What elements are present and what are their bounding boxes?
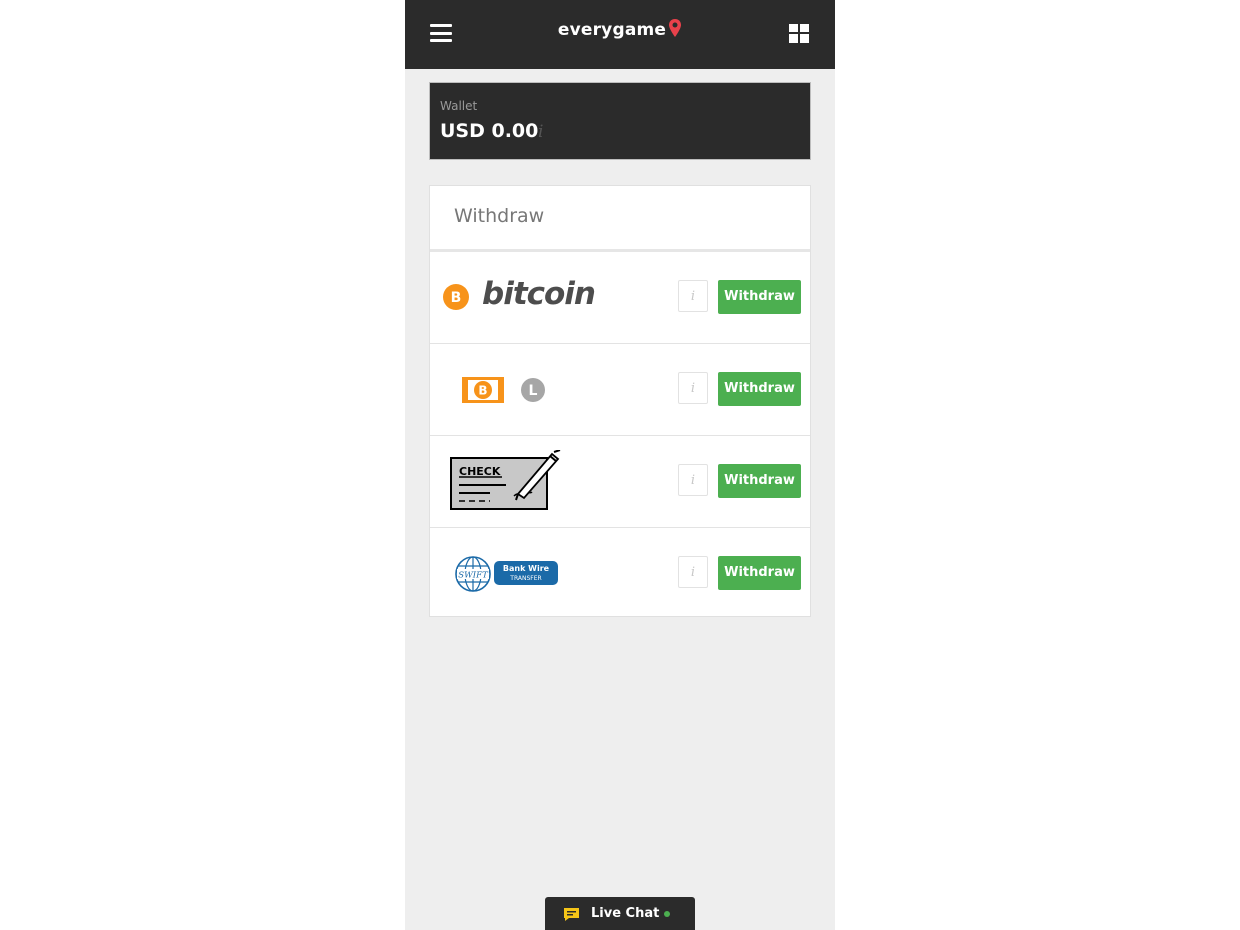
- info-icon[interactable]: i: [538, 122, 543, 142]
- withdraw-button-bank-wire[interactable]: Withdraw: [718, 556, 801, 590]
- bitcoin-logo: B bitcoin: [440, 252, 640, 343]
- withdraw-card: Withdraw B bitcoin i Withdraw B L i With…: [429, 185, 811, 617]
- withdraw-title: Withdraw: [430, 186, 810, 252]
- online-status-dot: [664, 911, 670, 917]
- svg-text:B: B: [478, 384, 487, 398]
- live-chat-button[interactable]: Live Chat: [545, 897, 695, 930]
- everygame-logo[interactable]: everygame: [405, 18, 835, 40]
- live-chat-label: Live Chat: [591, 906, 660, 921]
- bank-wire-badge: Bank Wire TRANSFER: [494, 561, 558, 585]
- bitcoin-coin-icon: B: [443, 284, 469, 310]
- method-row-bank-wire: SWIFT Bank Wire TRANSFER i Withdraw: [430, 528, 810, 619]
- wallet-balance: USD 0.00: [440, 120, 539, 142]
- check-with-pen-icon: CHECK: [450, 450, 561, 510]
- grid-apps-icon[interactable]: [789, 24, 809, 44]
- chat-bubble-icon: [564, 908, 579, 921]
- litecoin-icon: L: [521, 378, 545, 402]
- swift-bank-wire-logo: SWIFT Bank Wire TRANSFER: [440, 528, 640, 619]
- withdraw-button-check[interactable]: Withdraw: [718, 464, 801, 498]
- svg-text:Bank Wire: Bank Wire: [503, 564, 550, 573]
- location-pin-icon: [669, 19, 682, 37]
- bitcoin-cash-icon: B: [462, 377, 504, 403]
- wallet-label: Wallet: [440, 99, 478, 113]
- svg-text:SWIFT: SWIFT: [458, 571, 489, 581]
- mobile-viewport: everygame Wallet USD 0.00 i Withdraw B b: [405, 0, 835, 930]
- method-info-button[interactable]: i: [678, 464, 708, 496]
- withdraw-button-bitcoin[interactable]: Withdraw: [718, 280, 801, 314]
- logo-text: everygame: [557, 20, 667, 40]
- svg-text:TRANSFER: TRANSFER: [509, 575, 541, 582]
- method-info-button[interactable]: i: [678, 372, 708, 404]
- wallet-panel: Wallet USD 0.00 i: [429, 82, 811, 160]
- svg-text:L: L: [529, 383, 538, 399]
- withdraw-button-crypto[interactable]: Withdraw: [718, 372, 801, 406]
- method-row-bitcoin-cash-litecoin: B L i Withdraw: [430, 344, 810, 436]
- check-logo: CHECK: [440, 436, 640, 527]
- top-bar: everygame: [405, 0, 835, 69]
- crypto-logos: B L: [440, 344, 640, 435]
- swift-globe-icon: SWIFT: [455, 556, 491, 592]
- check-logo-text: CHECK: [459, 465, 501, 478]
- method-info-button[interactable]: i: [678, 280, 708, 312]
- method-row-check: CHECK i Withdraw: [430, 436, 810, 528]
- method-row-bitcoin: B bitcoin i Withdraw: [430, 252, 810, 344]
- svg-text:B: B: [451, 290, 462, 306]
- method-info-button[interactable]: i: [678, 556, 708, 588]
- bitcoin-logo-text: bitcoin: [482, 276, 596, 312]
